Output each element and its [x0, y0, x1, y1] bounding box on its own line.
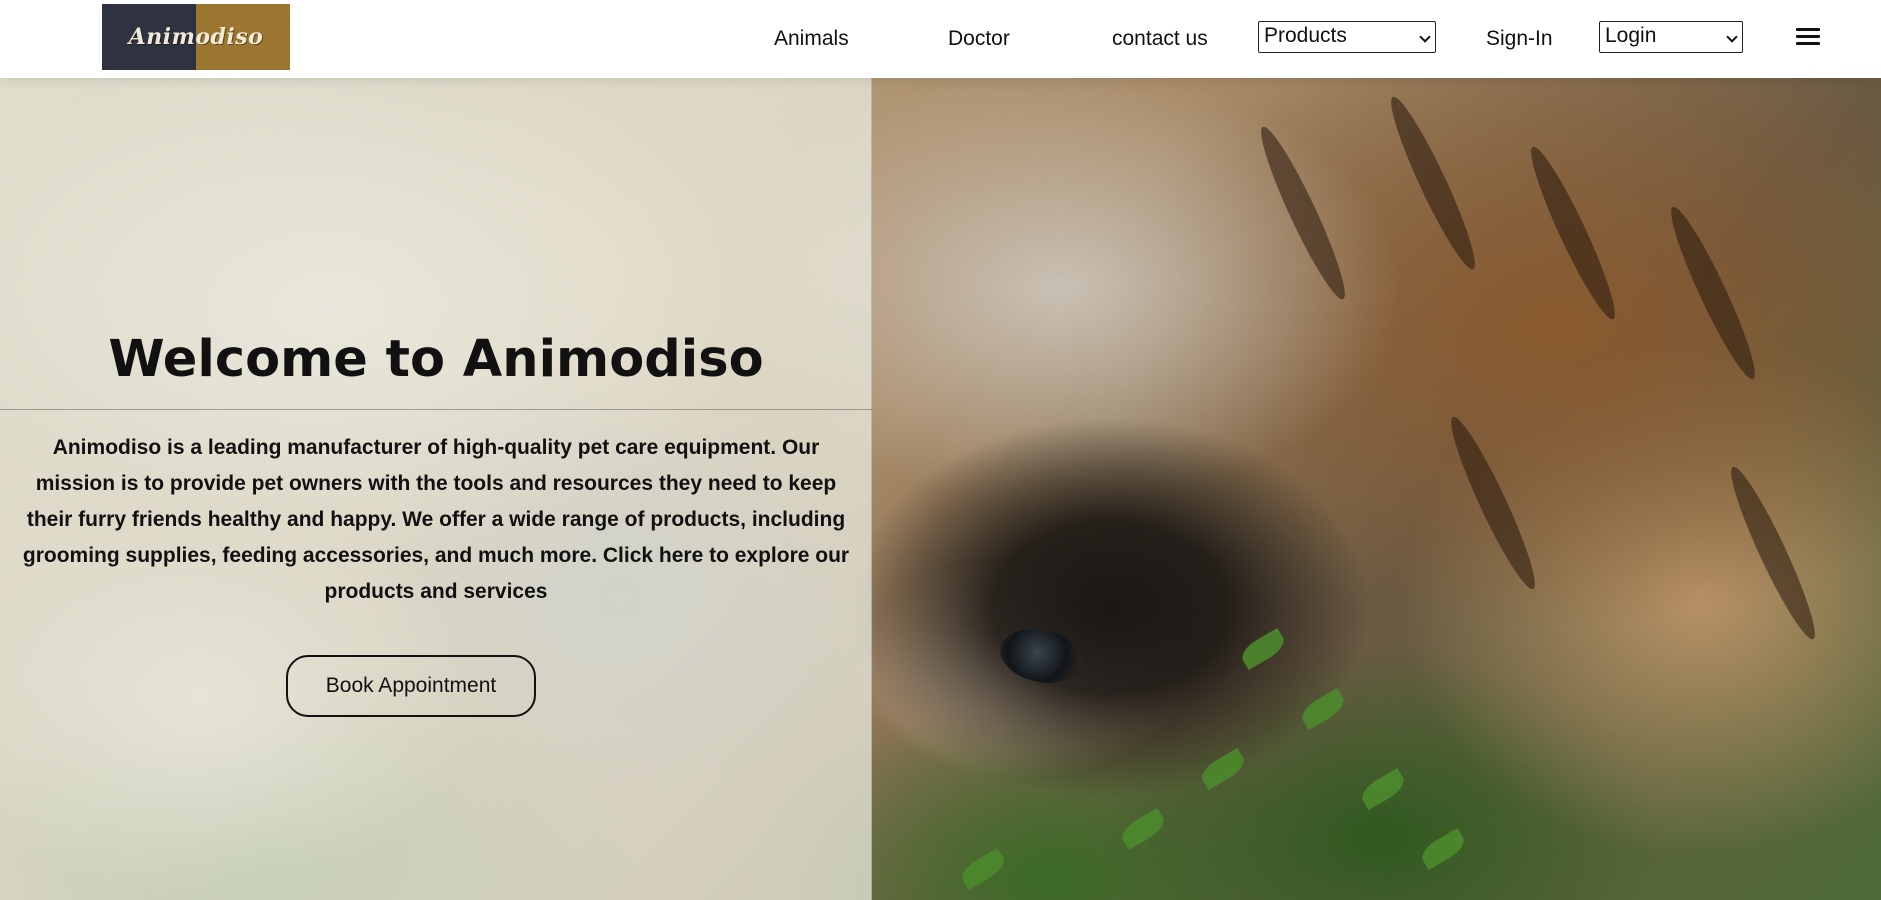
leaf — [1237, 627, 1289, 671]
login-dropdown-value: Login — [1605, 24, 1657, 47]
leaf — [1197, 747, 1249, 791]
chevron-down-icon — [1726, 31, 1738, 43]
leaf — [1297, 687, 1349, 731]
nav-link-animals[interactable]: Animals — [774, 24, 849, 54]
hero-text-panel: Welcome to Animodiso Animodiso is a lead… — [0, 78, 872, 900]
dog-eye — [995, 622, 1087, 690]
logo-text: Animodiso — [128, 24, 264, 50]
products-dropdown-value: Products — [1264, 24, 1347, 47]
nav-link-contact-us[interactable]: contact us — [1112, 24, 1208, 54]
fur-stripe — [1441, 411, 1545, 595]
hamburger-menu-icon[interactable] — [1796, 28, 1820, 48]
leaf — [1417, 827, 1469, 871]
book-appointment-button[interactable]: Book Appointment — [286, 655, 536, 717]
site-logo[interactable]: Animodiso — [102, 4, 290, 70]
login-dropdown[interactable]: Login — [1599, 21, 1743, 53]
products-dropdown[interactable]: Products — [1258, 21, 1436, 53]
hero-description: Animodiso is a leading manufacturer of h… — [22, 436, 850, 603]
hero-divider — [0, 409, 872, 410]
fur-stripe — [1521, 141, 1625, 325]
hero-section: Welcome to Animodiso Animodiso is a lead… — [0, 78, 1881, 900]
fur-stripe — [1661, 201, 1765, 385]
fur-stripe — [1381, 91, 1485, 275]
chevron-down-icon — [1419, 31, 1431, 43]
fur-stripe — [1251, 121, 1355, 305]
fur-stripe — [1721, 461, 1825, 645]
nav-link-sign-in[interactable]: Sign-In — [1486, 24, 1553, 54]
leaf — [957, 847, 1009, 891]
leaf — [1117, 807, 1169, 851]
nav-link-doctor[interactable]: Doctor — [948, 24, 1010, 54]
leaf — [1357, 767, 1409, 811]
hero-title: Welcome to Animodiso — [108, 330, 764, 389]
top-navigation-bar: Animodiso Animals Doctor contact us Prod… — [0, 0, 1881, 78]
